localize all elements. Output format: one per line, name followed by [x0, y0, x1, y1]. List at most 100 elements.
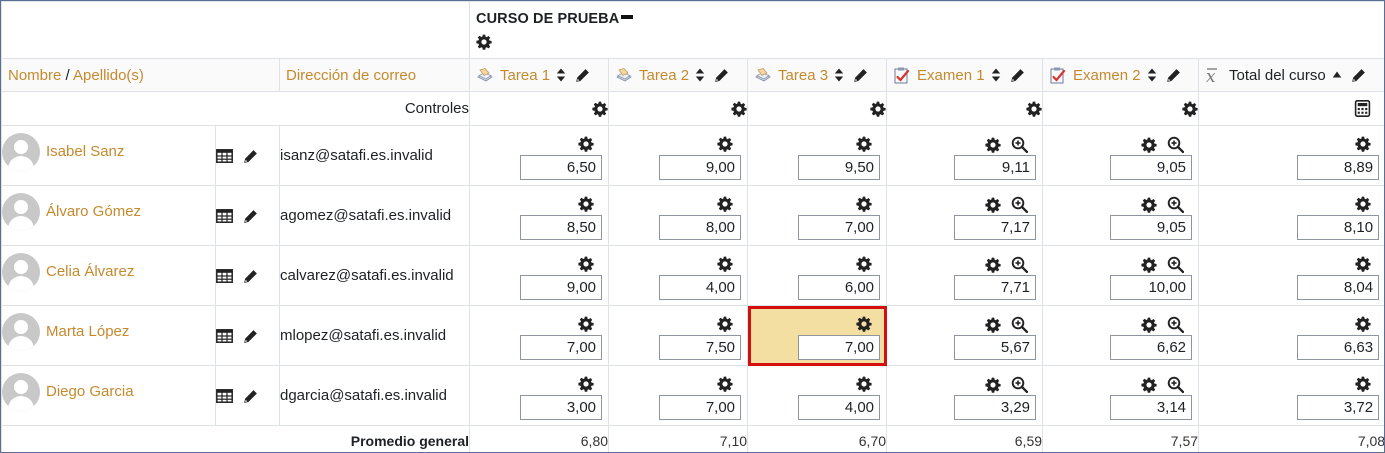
grade-item-link[interactable]: Tarea 3	[778, 67, 828, 84]
user-report-grid-icon[interactable]	[216, 149, 234, 163]
grade-settings-gear-icon[interactable]	[578, 136, 594, 152]
grade-input[interactable]	[954, 215, 1037, 240]
zoom-analysis-icon[interactable]	[1011, 376, 1029, 393]
grade-settings-gear-icon[interactable]	[985, 197, 1001, 213]
item-settings-gear-icon[interactable]	[592, 101, 608, 117]
grade-settings-gear-icon[interactable]	[717, 376, 733, 392]
grade-input[interactable]	[798, 215, 881, 240]
grade-settings-gear-icon[interactable]	[985, 137, 1001, 153]
avatar[interactable]	[2, 312, 40, 351]
avatar[interactable]	[2, 192, 40, 231]
grade-settings-gear-icon[interactable]	[856, 256, 872, 272]
student-name-link[interactable]: Isabel Sanz	[46, 143, 124, 160]
grade-item-link[interactable]: Examen 2	[1073, 67, 1141, 84]
grade-input[interactable]	[798, 395, 881, 420]
grade-input[interactable]	[520, 395, 603, 420]
sort-asc-icon[interactable]	[1332, 71, 1342, 79]
zoom-analysis-icon[interactable]	[1011, 196, 1029, 213]
grade-input[interactable]	[798, 275, 881, 300]
edit-pencil-icon[interactable]	[853, 68, 868, 83]
avatar[interactable]	[2, 132, 40, 171]
grade-input[interactable]	[954, 335, 1037, 360]
grade-input[interactable]	[1297, 155, 1380, 180]
grade-input[interactable]	[659, 275, 742, 300]
user-report-grid-icon[interactable]	[216, 329, 234, 343]
sort-first-name-link[interactable]: Nombre	[8, 67, 61, 84]
grade-settings-gear-icon[interactable]	[985, 377, 1001, 393]
edit-pencil-icon[interactable]	[575, 68, 590, 83]
zoom-analysis-icon[interactable]	[1011, 136, 1029, 153]
grade-settings-gear-icon[interactable]	[1141, 137, 1157, 153]
student-name-link[interactable]: Marta López	[46, 323, 129, 340]
avatar[interactable]	[2, 252, 40, 291]
student-name-link[interactable]: Diego Garcia	[46, 383, 134, 400]
user-report-grid-icon[interactable]	[216, 269, 234, 283]
user-report-grid-icon[interactable]	[216, 389, 234, 403]
edit-pencil-icon[interactable]	[1010, 68, 1025, 83]
grade-settings-gear-icon[interactable]	[578, 196, 594, 212]
item-settings-gear-icon[interactable]	[731, 101, 747, 117]
grade-settings-gear-icon[interactable]	[578, 316, 594, 332]
grade-input[interactable]	[1110, 155, 1193, 180]
zoom-analysis-icon[interactable]	[1167, 136, 1185, 153]
grade-input[interactable]	[1110, 215, 1193, 240]
zoom-analysis-icon[interactable]	[1167, 316, 1185, 333]
zoom-analysis-icon[interactable]	[1167, 256, 1185, 273]
grade-input[interactable]	[954, 155, 1037, 180]
grade-item-link[interactable]: Examen 1	[917, 67, 985, 84]
grade-settings-gear-icon[interactable]	[1141, 377, 1157, 393]
grade-input[interactable]	[798, 155, 881, 180]
edit-pencil-icon[interactable]	[243, 269, 258, 284]
grade-input[interactable]	[659, 335, 742, 360]
zoom-analysis-icon[interactable]	[1167, 376, 1185, 393]
grade-settings-gear-icon[interactable]	[856, 136, 872, 152]
grade-input[interactable]	[1297, 275, 1380, 300]
grade-settings-gear-icon[interactable]	[1141, 317, 1157, 333]
grade-input[interactable]	[520, 335, 603, 360]
sort-icon[interactable]	[834, 68, 844, 82]
grade-settings-gear-icon[interactable]	[717, 316, 733, 332]
grade-settings-gear-icon[interactable]	[985, 257, 1001, 273]
edit-pencil-icon[interactable]	[1351, 68, 1366, 83]
grade-input[interactable]	[1110, 335, 1193, 360]
sort-last-name-link[interactable]: Apellido(s)	[73, 67, 144, 84]
item-settings-gear-icon[interactable]	[1182, 101, 1198, 117]
grade-settings-gear-icon[interactable]	[985, 317, 1001, 333]
student-name-link[interactable]: Álvaro Gómez	[46, 203, 141, 220]
grade-input[interactable]	[1297, 395, 1380, 420]
grade-settings-gear-icon[interactable]	[578, 256, 594, 272]
edit-pencil-icon[interactable]	[243, 209, 258, 224]
grade-input[interactable]	[659, 155, 742, 180]
sort-icon[interactable]	[991, 68, 1001, 82]
grade-input[interactable]	[1297, 215, 1380, 240]
grade-settings-gear-icon[interactable]	[1355, 376, 1371, 392]
grade-input[interactable]	[1110, 275, 1193, 300]
grade-input[interactable]	[954, 275, 1037, 300]
grade-settings-gear-icon[interactable]	[717, 136, 733, 152]
grade-input[interactable]	[659, 215, 742, 240]
grade-input[interactable]	[520, 275, 603, 300]
avatar[interactable]	[2, 372, 40, 411]
grade-item-link[interactable]: Tarea 2	[639, 67, 689, 84]
item-settings-gear-icon[interactable]	[870, 101, 886, 117]
collapse-minus-icon[interactable]	[621, 15, 634, 20]
grade-settings-gear-icon[interactable]	[717, 196, 733, 212]
grade-input[interactable]	[1297, 335, 1380, 360]
zoom-analysis-icon[interactable]	[1011, 316, 1029, 333]
zoom-analysis-icon[interactable]	[1011, 256, 1029, 273]
grade-input[interactable]	[954, 395, 1037, 420]
grade-settings-gear-icon[interactable]	[1355, 196, 1371, 212]
edit-pencil-icon[interactable]	[1166, 68, 1181, 83]
grade-settings-gear-icon[interactable]	[1355, 136, 1371, 152]
grade-settings-gear-icon[interactable]	[856, 316, 872, 332]
user-report-grid-icon[interactable]	[216, 209, 234, 223]
edit-pencil-icon[interactable]	[243, 149, 258, 164]
grade-input[interactable]	[520, 155, 603, 180]
zoom-analysis-icon[interactable]	[1167, 196, 1185, 213]
grade-input[interactable]	[798, 335, 881, 360]
grade-input[interactable]	[520, 215, 603, 240]
edit-pencil-icon[interactable]	[714, 68, 729, 83]
sort-icon[interactable]	[556, 68, 566, 82]
edit-pencil-icon[interactable]	[243, 389, 258, 404]
sort-icon[interactable]	[695, 68, 705, 82]
